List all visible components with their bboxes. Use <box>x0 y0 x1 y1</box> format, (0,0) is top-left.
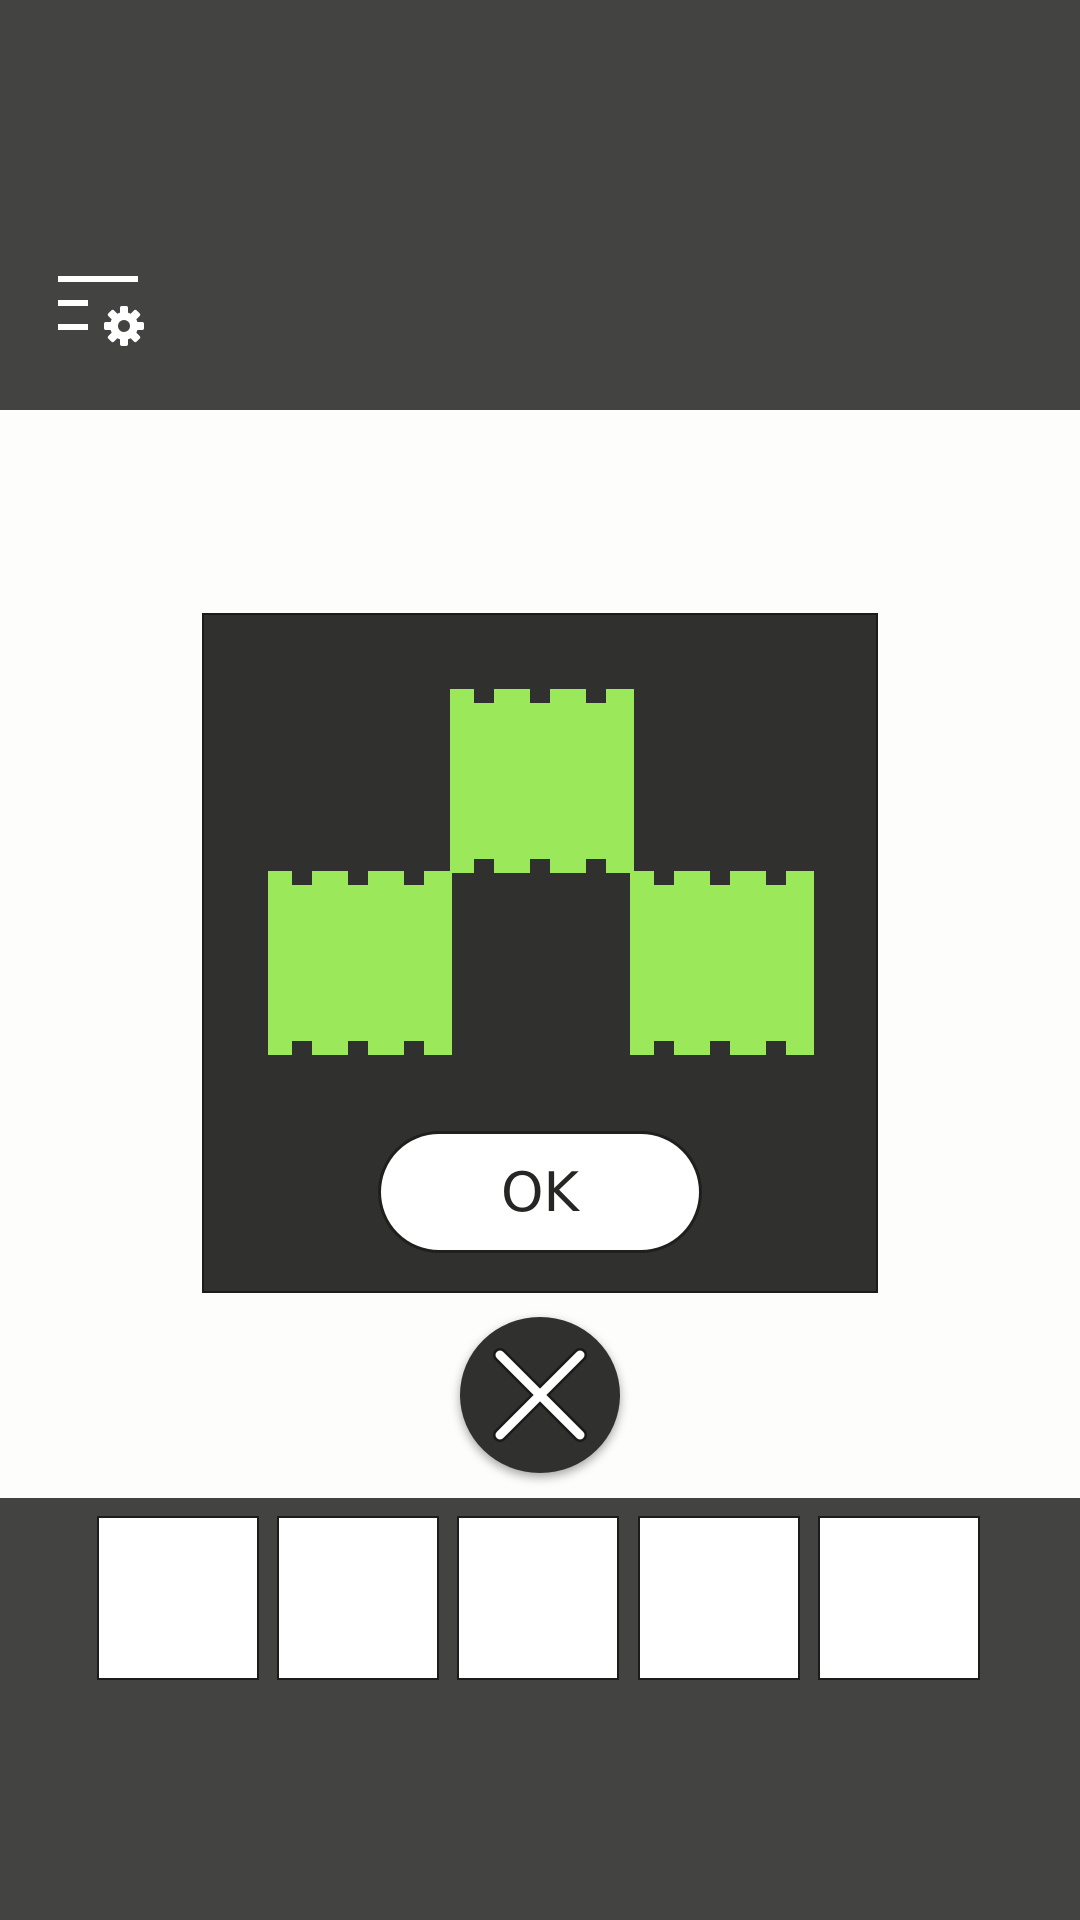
inventory-slot-2[interactable] <box>277 1516 439 1680</box>
inventory-slot-4[interactable] <box>638 1516 800 1680</box>
block-bottom-right[interactable] <box>630 871 814 1055</box>
inventory-slot-5[interactable] <box>818 1516 980 1680</box>
top-bar <box>0 0 1080 410</box>
close-icon <box>493 1348 587 1442</box>
block-bottom-left[interactable] <box>268 871 452 1055</box>
block-top-center[interactable] <box>450 689 634 873</box>
ok-button-label: OK <box>501 1160 579 1224</box>
inventory-slot-3[interactable] <box>457 1516 619 1680</box>
inventory-bar <box>0 1498 1080 1920</box>
ok-button[interactable]: OK <box>378 1131 702 1253</box>
inventory-slot-1[interactable] <box>97 1516 259 1680</box>
menu-button[interactable] <box>50 266 158 350</box>
menu-settings-icon <box>58 276 144 346</box>
close-button[interactable] <box>460 1317 620 1473</box>
